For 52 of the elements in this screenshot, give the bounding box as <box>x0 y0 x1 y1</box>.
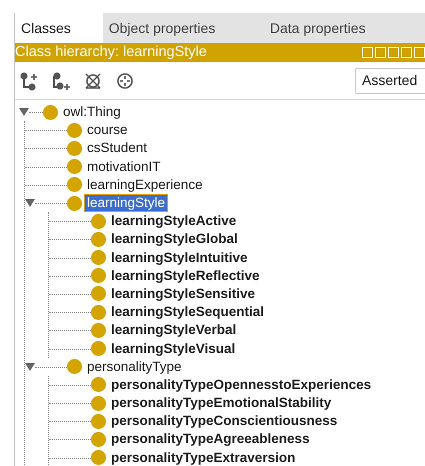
class-icon <box>91 232 106 247</box>
class-icon <box>91 322 106 338</box>
class-icon <box>91 304 106 320</box>
class-icon <box>43 104 58 120</box>
class-icon <box>91 286 106 302</box>
tab[interactable]: Classes <box>15 13 103 43</box>
class-icon <box>91 396 106 411</box>
tree-item[interactable]: learningStyleSensitive <box>109 286 258 302</box>
class-icon <box>67 122 82 138</box>
target-icon[interactable] <box>115 70 135 90</box>
view-title: Class hierarchy: learningStyle <box>15 43 208 62</box>
tree-item[interactable]: learningStyleGlobal <box>109 231 240 248</box>
class-icon <box>91 214 106 229</box>
class-icon <box>67 177 82 192</box>
collapse-icon[interactable] <box>19 108 29 116</box>
class-icon <box>67 196 82 211</box>
add-subclass-icon[interactable] <box>19 70 39 90</box>
tree-item[interactable]: personalityTypeOpennesstoExperiences <box>109 376 374 393</box>
class-icon <box>91 432 106 447</box>
tab[interactable]: Object properties <box>102 13 264 43</box>
hierarchy-mode-dropdown[interactable]: Asserted <box>355 68 425 94</box>
tab[interactable]: Data properties <box>264 13 425 43</box>
tree-item[interactable]: learningStyleReflective <box>109 268 262 284</box>
class-icon <box>67 359 82 374</box>
tree-item[interactable]: motivationIT <box>85 158 163 175</box>
class-icon <box>67 140 82 156</box>
tree-item[interactable]: learningStyleSequential <box>109 304 266 320</box>
tree-item[interactable]: learningStyleVisual <box>109 340 238 357</box>
tree-item[interactable]: personalityTypeEmotionalStability <box>109 395 334 412</box>
class-icon <box>91 450 106 466</box>
tree-item[interactable]: personalityType <box>85 358 184 375</box>
add-sibling-icon[interactable] <box>51 70 71 90</box>
tree-item[interactable]: personalityTypeExtraversion <box>109 450 298 466</box>
tree-item[interactable]: learningStyleVerbal <box>109 322 238 338</box>
delete-icon[interactable] <box>83 70 103 90</box>
tree-item[interactable]: csStudent <box>85 140 150 156</box>
collapse-icon[interactable] <box>25 199 35 208</box>
tree-item[interactable]: learningStyleActive <box>109 213 238 230</box>
tree-item[interactable]: personalityTypeAgreeableness <box>109 431 312 448</box>
tree-item[interactable]: owl:Thing <box>61 104 123 120</box>
class-icon <box>91 414 106 429</box>
class-icon <box>91 341 106 356</box>
class-icon <box>91 377 106 392</box>
class-icon <box>67 159 82 174</box>
tree-item[interactable]: learningExperience <box>85 176 205 193</box>
class-icon <box>91 268 106 284</box>
tree-item[interactable]: learningStyle <box>85 195 168 212</box>
tree-item[interactable]: personalityTypeConscientiousness <box>109 413 340 430</box>
class-icon <box>91 250 106 266</box>
tree-item[interactable]: course <box>85 122 130 138</box>
collapse-icon[interactable] <box>25 362 35 371</box>
tree-item[interactable]: learningStyleIntuitive <box>109 250 250 266</box>
